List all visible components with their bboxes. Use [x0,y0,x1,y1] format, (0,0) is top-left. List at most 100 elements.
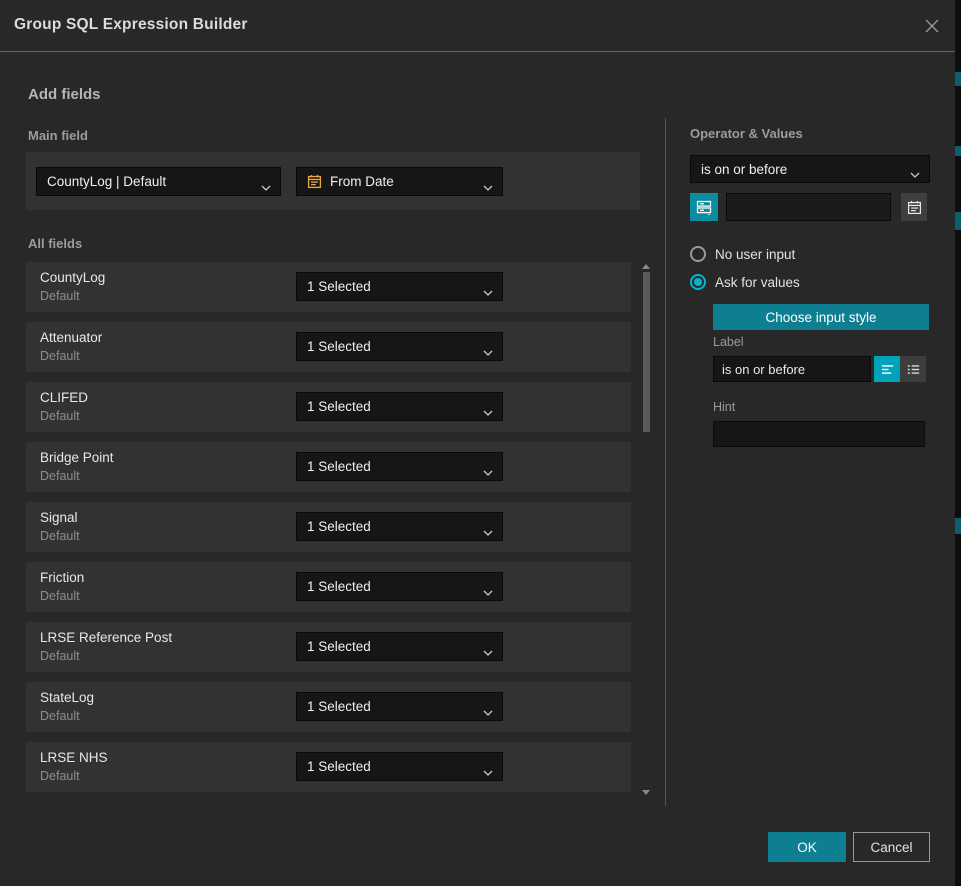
all-fields-heading: All fields [28,236,82,251]
field-selected-value: 1 Selected [307,579,371,594]
ok-button[interactable]: OK [768,832,846,862]
field-name: LRSE Reference Post [40,630,172,645]
vertical-divider [665,118,666,806]
field-selected-dropdown[interactable]: 1 Selected [296,752,503,781]
chevron-down-icon [483,464,493,479]
label-caption: Label [713,335,744,349]
scroll-down-icon[interactable] [642,790,650,795]
field-selected-value: 1 Selected [307,639,371,654]
field-row: Bridge Point Default 1 Selected [26,442,631,492]
field-row: Signal Default 1 Selected [26,502,631,552]
main-field-dropdown-value: From Date [330,174,394,189]
chevron-down-icon [483,344,493,359]
field-selected-dropdown[interactable]: 1 Selected [296,632,503,661]
hint-input[interactable] [713,421,925,447]
background-app-strip [955,0,961,886]
field-name: Attenuator [40,330,102,345]
radio-no-user-input[interactable]: No user input [690,244,795,264]
scroll-up-icon[interactable] [642,264,650,269]
title-bar: Group SQL Expression Builder [0,0,955,52]
field-row: Friction Default 1 Selected [26,562,631,612]
layer-dropdown[interactable]: CountyLog | Default [36,167,281,196]
radio-label: Ask for values [715,275,800,290]
chevron-down-icon [910,166,920,181]
chevron-down-icon [483,179,493,194]
chevron-down-icon [483,764,493,779]
field-sublabel: Default [40,469,80,483]
field-sublabel: Default [40,289,80,303]
field-selected-dropdown[interactable]: 1 Selected [296,692,503,721]
field-selected-dropdown[interactable]: 1 Selected [296,572,503,601]
list-scrollbar[interactable] [642,264,651,802]
chevron-down-icon [483,584,493,599]
add-fields-heading: Add fields [28,86,101,103]
field-selected-dropdown[interactable]: 1 Selected [296,272,503,301]
scrollbar-thumb[interactable] [643,272,650,432]
chevron-down-icon [483,524,493,539]
radio-ask-for-values[interactable]: Ask for values [690,272,800,292]
cancel-button[interactable]: Cancel [853,832,930,862]
radio-label: No user input [715,247,795,262]
field-row: CountyLog Default 1 Selected [26,262,631,312]
field-selected-value: 1 Selected [307,519,371,534]
chevron-down-icon [261,179,271,194]
date-picker-icon[interactable] [901,193,927,221]
field-name: CountyLog [40,270,105,285]
field-name: LRSE NHS [40,750,108,765]
field-sublabel: Default [40,409,80,423]
field-row: StateLog Default 1 Selected [26,682,631,732]
radio-icon [690,246,706,262]
field-selected-dropdown[interactable]: 1 Selected [296,452,503,481]
group-sql-expression-builder-dialog: Group SQL Expression Builder Add fields … [0,0,961,886]
field-sublabel: Default [40,769,80,783]
field-selected-dropdown[interactable]: 1 Selected [296,332,503,361]
field-selected-value: 1 Selected [307,279,371,294]
operator-values-panel: Operator & Values is on or before [690,120,930,540]
operator-dropdown-value: is on or before [701,162,787,177]
main-field-dropdown[interactable]: From Date [296,167,503,196]
field-row: CLIFED Default 1 Selected [26,382,631,432]
layer-dropdown-value: CountyLog | Default [47,174,166,189]
single-value-style-toggle[interactable] [874,356,900,382]
operator-dropdown[interactable]: is on or before [690,155,930,183]
chevron-down-icon [483,404,493,419]
field-sublabel: Default [40,349,80,363]
field-row: LRSE Reference Post Default 1 Selected [26,622,631,672]
field-selected-dropdown[interactable]: 1 Selected [296,512,503,541]
field-row: LRSE NHS Default 1 Selected [26,742,631,792]
radio-icon [690,274,706,290]
label-input[interactable] [713,356,871,382]
dialog-title: Group SQL Expression Builder [14,16,248,34]
field-row: Attenuator Default 1 Selected [26,322,631,372]
date-field-icon [307,174,322,189]
field-name: Friction [40,570,84,585]
hint-caption: Hint [713,400,735,414]
chevron-down-icon [483,704,493,719]
field-name: Signal [40,510,78,525]
field-name: StateLog [40,690,94,705]
field-selected-value: 1 Selected [307,459,371,474]
list-style-toggle[interactable] [900,356,926,382]
operator-values-heading: Operator & Values [690,126,803,141]
unique-values-button[interactable] [690,193,718,221]
main-field-heading: Main field [28,128,88,143]
chevron-down-icon [483,284,493,299]
field-sublabel: Default [40,709,80,723]
field-sublabel: Default [40,529,80,543]
value-input[interactable] [726,193,891,221]
field-sublabel: Default [40,589,80,603]
field-sublabel: Default [40,649,80,663]
field-selected-value: 1 Selected [307,339,371,354]
chevron-down-icon [483,644,493,659]
field-selected-value: 1 Selected [307,699,371,714]
all-fields-list: CountyLog Default 1 Selected Attenuator … [26,262,631,793]
field-name: Bridge Point [40,450,114,465]
field-name: CLIFED [40,390,88,405]
main-field-panel: CountyLog | Default From Date [26,152,640,210]
input-style-toggle-group [874,356,926,382]
field-selected-value: 1 Selected [307,759,371,774]
field-selected-dropdown[interactable]: 1 Selected [296,392,503,421]
field-selected-value: 1 Selected [307,399,371,414]
choose-input-style-button[interactable]: Choose input style [713,304,929,330]
close-icon[interactable] [923,17,941,35]
